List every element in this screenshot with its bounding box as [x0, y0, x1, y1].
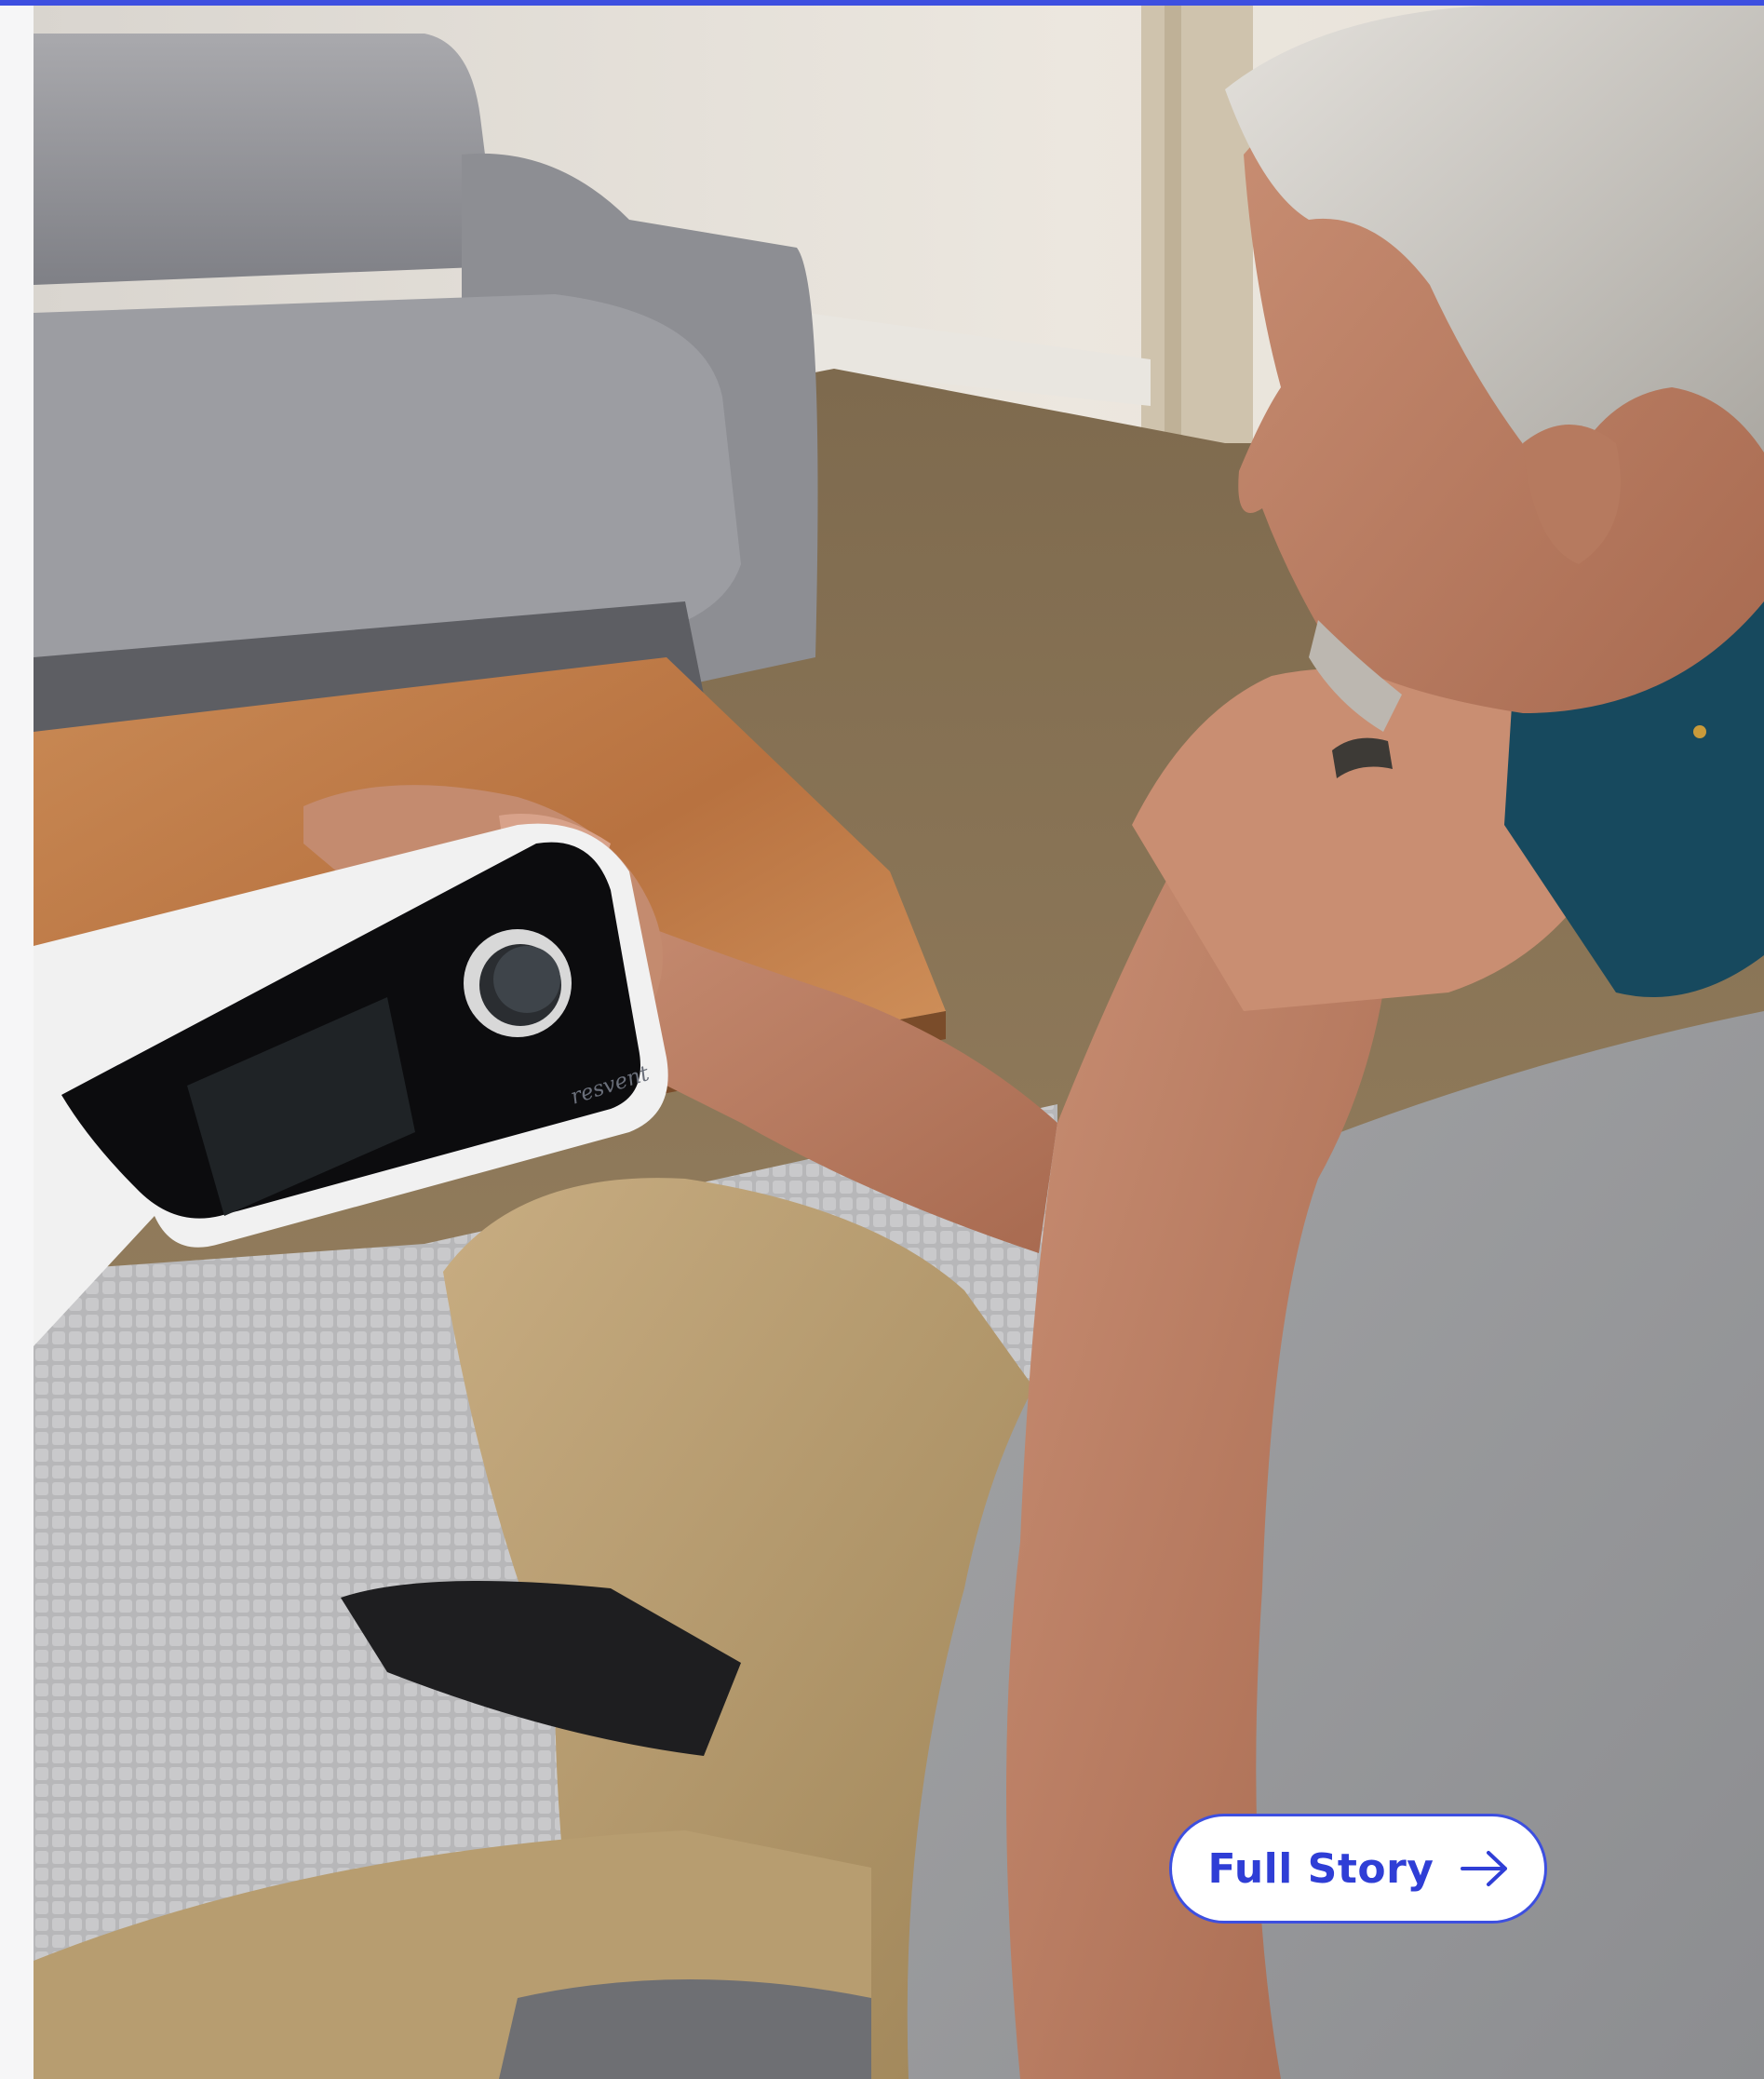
full-story-label: Full Story: [1207, 1844, 1434, 1893]
arrow-right-icon: [1460, 1850, 1509, 1887]
left-margin: [0, 6, 34, 2079]
page: resvent Full Story: [0, 0, 1764, 2079]
hero-photo: resvent: [34, 6, 1764, 2079]
full-story-button[interactable]: Full Story: [1169, 1814, 1547, 1924]
